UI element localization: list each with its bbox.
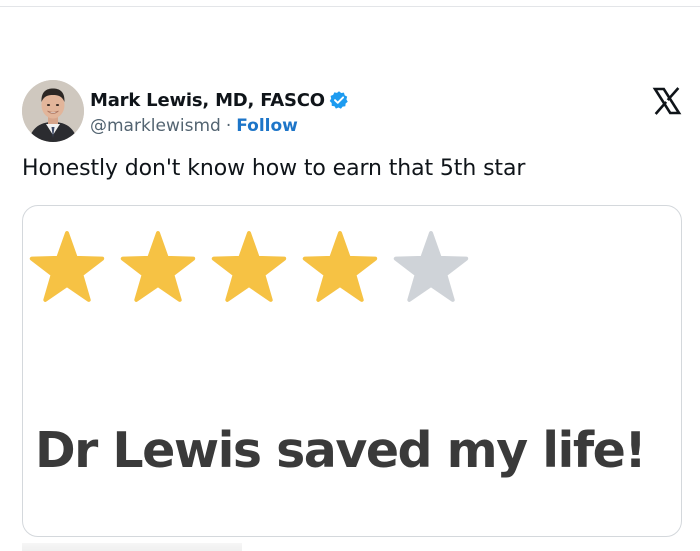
author-handle[interactable]: @marklewismd — [90, 116, 221, 136]
x-logo-icon[interactable] — [652, 86, 682, 116]
handle-row: @marklewismd · Follow — [90, 115, 349, 137]
follow-button[interactable]: Follow — [236, 116, 298, 136]
star-filled-icon — [211, 231, 287, 302]
star-empty-icon — [393, 231, 469, 302]
verified-badge-icon — [329, 90, 349, 110]
review-text: Dr Lewis saved my life! — [35, 422, 647, 479]
separator-dot: · — [225, 116, 232, 136]
tweet-text: Honestly don't know how to earn that 5th… — [22, 156, 526, 181]
author-name[interactable]: Mark Lewis, MD, FASCO — [90, 90, 325, 111]
media-card[interactable]: Dr Lewis saved my life! — [22, 205, 682, 537]
top-divider — [0, 0, 700, 7]
tweet-header: Mark Lewis, MD, FASCO @marklewismd · Fol… — [22, 80, 682, 146]
author-name-row: Mark Lewis, MD, FASCO — [90, 88, 349, 112]
next-content-hint — [22, 543, 242, 551]
star-filled-icon — [29, 231, 105, 302]
avatar-image — [22, 80, 84, 142]
author-block: Mark Lewis, MD, FASCO @marklewismd · Fol… — [90, 88, 349, 137]
star-rating — [29, 231, 469, 302]
page: Mark Lewis, MD, FASCO @marklewismd · Fol… — [0, 0, 700, 551]
star-filled-icon — [120, 231, 196, 302]
star-filled-icon — [302, 231, 378, 302]
avatar[interactable] — [22, 80, 84, 142]
